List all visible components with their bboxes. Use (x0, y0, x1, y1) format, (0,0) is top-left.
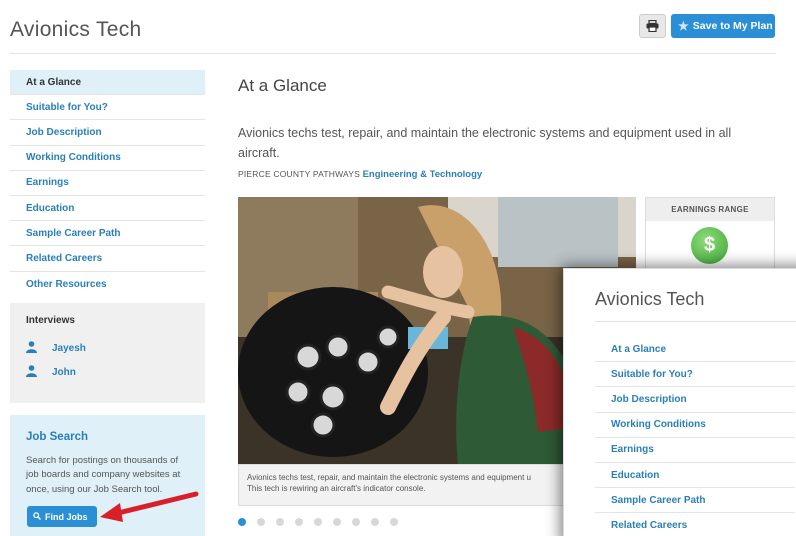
career-summary: Avionics techs test, repair, and maintai… (238, 126, 732, 160)
sidebar-item-working-conditions[interactable]: Working Conditions (10, 146, 205, 171)
interviews-heading: Interviews (26, 314, 75, 326)
zoom-sidebar-item-sample-career-path[interactable]: Sample Career Path (595, 488, 795, 514)
sidebar-item-education[interactable]: Education (10, 196, 205, 222)
slide-dot-4[interactable] (295, 518, 303, 526)
zoom-sidebar-item-earnings[interactable]: Earnings (595, 438, 795, 463)
interviews-panel: Interviews Jayesh John (10, 302, 205, 403)
annotation-arrow-icon (100, 491, 199, 522)
slide-dot-3[interactable] (276, 518, 284, 526)
page-title: Avionics Tech (10, 18, 142, 41)
zoom-sidebar-item-education[interactable]: Education (595, 463, 795, 489)
slideshow-dots (238, 518, 398, 526)
find-jobs-label: Find Jobs (45, 511, 88, 522)
slide-dot-9[interactable] (390, 518, 398, 526)
section-heading: At a Glance (238, 76, 327, 95)
person-icon (26, 341, 52, 356)
sidebar-item-sample-career-path[interactable]: Sample Career Path (10, 221, 205, 247)
slide-dot-2[interactable] (257, 518, 265, 526)
interviewee-name: Jayesh (52, 343, 86, 355)
job-search-heading: Job Search (26, 430, 88, 443)
sidebar-item-earnings[interactable]: Earnings (10, 171, 205, 196)
dollar-symbol: $ (703, 234, 716, 256)
pathway-label: PIERCE COUNTY PATHWAYS (238, 169, 360, 179)
zoom-page-title: Avionics Tech (595, 289, 705, 309)
sidebar: At a Glance Suitable for You? Job Descri… (10, 70, 205, 536)
earnings-range-card[interactable]: EARNINGS RANGE $ (645, 197, 775, 277)
zoom-sidebar-item-suitable-for-you[interactable]: Suitable for You? (595, 362, 795, 388)
sidebar-item-at-a-glance[interactable]: At a Glance (10, 70, 205, 96)
search-icon (33, 511, 41, 522)
zoom-sidebar-item-at-a-glance[interactable]: At a Glance (595, 337, 795, 363)
sidebar-nav: At a Glance Suitable for You? Job Descri… (10, 70, 205, 297)
person-icon (26, 365, 52, 380)
zoom-sidebar-item-working-conditions[interactable]: Working Conditions (595, 413, 795, 438)
slide-dot-6[interactable] (333, 518, 341, 526)
interviewee-name: John (52, 367, 76, 379)
interview-link-jayesh[interactable]: Jayesh (26, 337, 189, 361)
sidebar-item-job-description[interactable]: Job Description (10, 120, 205, 146)
sidebar-item-suitable-for-you[interactable]: Suitable for You? (10, 95, 205, 121)
pathway-line: PIERCE COUNTY PATHWAYS Engineering & Tec… (238, 169, 482, 180)
print-button[interactable] (639, 14, 666, 38)
slide-dot-1[interactable] (238, 518, 246, 526)
dollar-icon: $ (691, 227, 728, 264)
star-icon: ★ (678, 19, 689, 33)
printer-icon (646, 20, 659, 32)
slide-dot-7[interactable] (352, 518, 360, 526)
header-divider (10, 53, 776, 54)
zoom-header-divider (595, 321, 796, 322)
sidebar-item-related-careers[interactable]: Related Careers (10, 246, 205, 272)
earnings-range-heading: EARNINGS RANGE (646, 198, 774, 221)
zoom-inset: Avionics Tech At a Glance Suitable for Y… (563, 268, 796, 536)
pathway-link[interactable]: Engineering & Technology (363, 169, 483, 180)
save-to-my-plan-button[interactable]: ★ Save to My Plan (671, 14, 775, 38)
save-button-label: Save to My Plan (692, 20, 773, 32)
slide-dot-8[interactable] (371, 518, 379, 526)
find-jobs-button[interactable]: Find Jobs (27, 506, 97, 527)
interview-link-john[interactable]: John (26, 361, 189, 385)
zoom-sidebar-nav: At a Glance Suitable for You? Job Descri… (595, 337, 795, 536)
zoom-sidebar-item-job-description[interactable]: Job Description (595, 387, 795, 413)
zoom-sidebar-item-related-careers[interactable]: Related Careers (595, 513, 795, 536)
slide-dot-5[interactable] (314, 518, 322, 526)
sidebar-item-other-resources[interactable]: Other Resources (10, 272, 205, 297)
